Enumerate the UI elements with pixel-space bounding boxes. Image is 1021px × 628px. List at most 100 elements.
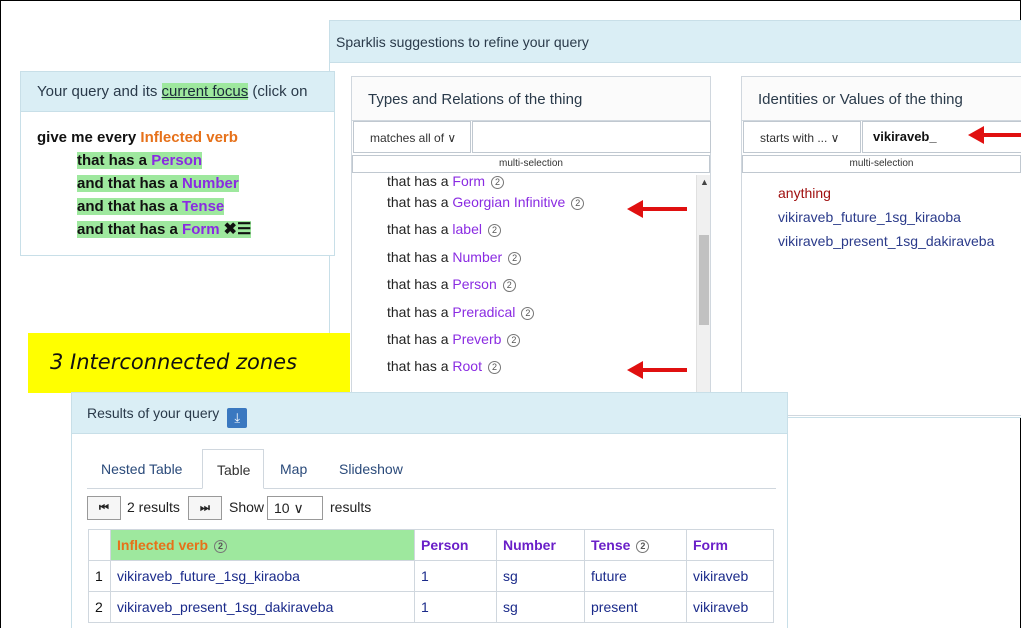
tab-nested-table[interactable]: Nested Table	[101, 449, 182, 489]
column-header-person[interactable]: Person	[414, 529, 497, 561]
query-line[interactable]: and that has a Number	[77, 172, 334, 195]
query-header-suffix: (click on	[248, 83, 308, 100]
cell-inflected-verb[interactable]: vikiraveb_present_1sg_dakiraveba	[110, 591, 415, 623]
query-text: and that has a	[77, 175, 183, 192]
results-tabs: Nested Table Table Map Slideshow	[87, 449, 776, 489]
tab-map[interactable]: Map	[280, 449, 307, 489]
item-prefix: that has a	[387, 358, 453, 375]
cell-person[interactable]: 1	[414, 560, 497, 592]
column-label: Tense	[591, 537, 631, 553]
count-badge: 2	[487, 224, 501, 238]
annotation-arrow-filter-input	[968, 126, 1021, 144]
list-item[interactable]: that has a Preverb 2	[352, 326, 696, 353]
cell-tense[interactable]: future	[584, 560, 687, 592]
count-badge: 2	[571, 197, 585, 210]
item-property: Preverb	[452, 330, 502, 347]
query-property: Person	[151, 152, 203, 169]
types-title: Types and Relations of the thing	[352, 77, 710, 121]
column-header-inflected-verb[interactable]: Inflected verb 2	[110, 529, 415, 561]
query-line-focus[interactable]: and that has a Form ✖☰	[77, 218, 334, 241]
delete-menu-icon[interactable]: ✖☰	[224, 221, 252, 238]
download-icon[interactable]: ⤓	[227, 408, 248, 428]
count-badge: 2	[507, 333, 521, 347]
cell-form[interactable]: vikiraveb	[686, 560, 774, 592]
list-item[interactable]: that has a Form 2	[352, 175, 696, 189]
count-badge: 2	[502, 279, 516, 293]
query-line[interactable]: and that has a Tense	[77, 195, 334, 218]
first-page-button[interactable]: ⏮	[87, 496, 121, 520]
results-panel: Results of your query ⤓ Nested Table Tabl…	[71, 392, 788, 628]
list-item[interactable]: that has a label 2	[352, 216, 696, 243]
query-text: give me every	[37, 129, 141, 146]
query-line[interactable]: that has a Person	[77, 149, 334, 172]
cell-person[interactable]: 1	[414, 591, 497, 623]
list-item[interactable]: anything	[778, 181, 994, 205]
count-badge: 2	[508, 251, 522, 265]
identities-multi-selection-button[interactable]: multi-selection	[742, 155, 1021, 173]
types-list: that has a Form 2 that has a Georgian Inf…	[352, 175, 696, 381]
tab-table[interactable]: Table	[202, 449, 264, 489]
scroll-up-icon[interactable]: ▲	[700, 177, 709, 187]
item-prefix: that has a	[387, 330, 453, 347]
item-prefix: that has a	[387, 276, 453, 293]
page-size-select[interactable]: 10 ∨	[267, 496, 323, 520]
count-badge: 2	[491, 176, 505, 189]
count-badge: 2	[521, 306, 535, 320]
annotation-arrow-georgian-infinitive	[627, 200, 687, 218]
results-count: 2 results	[127, 499, 180, 515]
cell-inflected-verb[interactable]: vikiraveb_future_1sg_kiraoba	[110, 560, 415, 592]
list-item[interactable]: vikiraveb_present_1sg_dakiraveba	[778, 229, 994, 253]
item-property: Georgian Infinitive	[452, 194, 566, 210]
show-label: Show	[229, 499, 265, 515]
types-scrollbar[interactable]: ▲ ▼	[696, 175, 710, 413]
identities-list: anything vikiraveb_future_1sg_kiraoba vi…	[778, 181, 994, 253]
types-filter-mode-select[interactable]: matches all of ∨	[353, 121, 471, 153]
item-property: Number	[452, 248, 503, 265]
count-badge: 2	[214, 540, 228, 553]
item-prefix: that has a	[387, 175, 453, 189]
column-label: Inflected verb	[117, 537, 209, 553]
list-item[interactable]: vikiraveb_future_1sg_kiraoba	[778, 205, 994, 229]
item-property: Person	[452, 276, 497, 293]
types-relations-box: Types and Relations of the thing matches…	[351, 76, 711, 416]
results-header: Results of your query ⤓	[72, 393, 787, 434]
query-property: Tense	[182, 198, 225, 215]
identities-filter-input[interactable]: vikiraveb_	[862, 121, 1021, 153]
list-item[interactable]: that has a Georgian Infinitive 2	[352, 189, 696, 216]
item-prefix: that has a	[387, 303, 453, 320]
cell-form[interactable]: vikiraveb	[686, 591, 774, 623]
item-prefix: that has a	[387, 221, 453, 238]
results-title: Results of your query	[87, 405, 220, 421]
item-prefix: that has a	[387, 194, 453, 210]
query-text: and that has a	[77, 198, 183, 215]
query-header-focus: current focus	[161, 83, 249, 100]
query-text: and that has a	[77, 221, 183, 238]
scroll-thumb[interactable]	[699, 235, 709, 325]
tab-slideshow[interactable]: Slideshow	[339, 449, 403, 489]
table-header-row: Inflected verb 2 Person Number Tense 2 For…	[88, 529, 774, 561]
table-row: 2 vikiraveb_present_1sg_dakiraveba 1 sg …	[88, 591, 774, 623]
identities-title: Identities or Values of the thing	[742, 77, 1021, 121]
zones-caption: 3 Interconnected zones	[28, 333, 350, 393]
identities-filter-mode-select[interactable]: starts with ... ∨	[743, 121, 861, 153]
annotation-arrow-root	[627, 361, 687, 379]
list-item[interactable]: that has a Preradical 2	[352, 299, 696, 326]
types-filter-row: matches all of ∨	[352, 121, 711, 153]
column-header-form[interactable]: Form	[686, 529, 774, 561]
cell-number[interactable]: sg	[496, 591, 585, 623]
query-line[interactable]: give me every Inflected verb	[37, 126, 334, 149]
cell-number[interactable]: sg	[496, 560, 585, 592]
types-multi-selection-button[interactable]: multi-selection	[352, 155, 710, 173]
cell-tense[interactable]: present	[584, 591, 687, 623]
item-property: Preradical	[452, 303, 516, 320]
item-property: label	[452, 221, 482, 238]
list-item[interactable]: that has a Person 2	[352, 271, 696, 298]
item-property: Form	[452, 175, 486, 189]
types-filter-input[interactable]	[472, 121, 711, 153]
next-page-button[interactable]: ⏭	[188, 496, 222, 520]
results-table: Inflected verb 2 Person Number Tense 2 For…	[88, 529, 774, 623]
column-header-index	[88, 529, 111, 561]
column-header-number[interactable]: Number	[496, 529, 585, 561]
list-item[interactable]: that has a Number 2	[352, 244, 696, 271]
column-header-tense[interactable]: Tense 2	[584, 529, 687, 561]
